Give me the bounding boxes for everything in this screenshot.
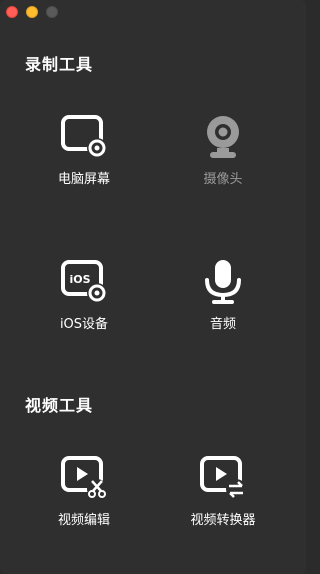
window-controls	[6, 6, 58, 18]
tool-label: 视频转换器	[190, 513, 256, 528]
tool-label: 摄像头	[203, 172, 243, 187]
tool-screen-record[interactable]: 电脑屏幕	[29, 112, 139, 187]
tool-audio[interactable]: 音频	[168, 257, 278, 332]
ios-icon-text: iOS	[69, 273, 90, 286]
screen-record-icon	[59, 112, 109, 162]
tool-label: iOS设备	[59, 317, 109, 332]
ios-device-icon: iOS	[59, 257, 109, 307]
section-title-video: 视频工具	[25, 396, 94, 415]
tool-ios-device[interactable]: iOS iOS设备	[29, 257, 139, 332]
app-window: 录制工具 电脑屏幕 摄像头 iOS iOS设备 音频 视频工具 视频编辑 视频转…	[0, 0, 306, 574]
tool-label: 视频编辑	[57, 513, 110, 528]
video-edit-icon	[59, 453, 109, 503]
tool-webcam[interactable]: 摄像头	[168, 112, 278, 187]
zoom-window-button[interactable]	[46, 6, 58, 18]
section-title-recording: 录制工具	[25, 55, 94, 74]
tool-video-convert[interactable]: 视频转换器	[168, 453, 278, 528]
microphone-icon	[198, 257, 248, 307]
tool-label: 电脑屏幕	[57, 172, 110, 187]
close-window-button[interactable]	[6, 6, 18, 18]
video-convert-icon	[198, 453, 248, 503]
tool-label: 音频	[209, 317, 236, 332]
tool-video-edit[interactable]: 视频编辑	[29, 453, 139, 528]
minimize-window-button[interactable]	[26, 6, 38, 18]
webcam-icon	[198, 112, 248, 162]
